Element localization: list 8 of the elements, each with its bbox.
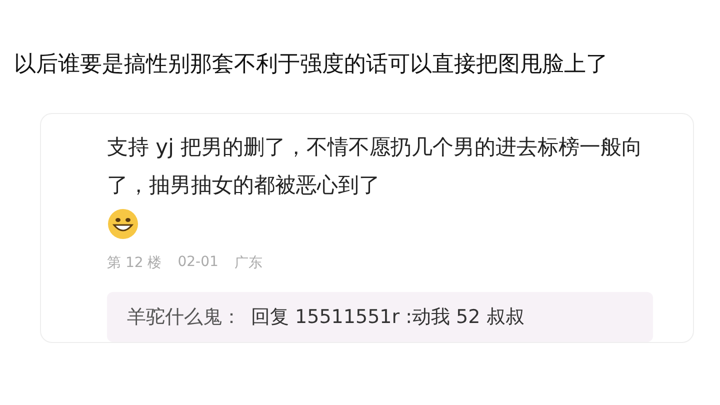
reply-author[interactable]: 羊驼什么鬼：	[127, 304, 241, 330]
post-text: 以后谁要是搞性别那套不利于强度的话可以直接把图甩脸上了	[14, 51, 609, 79]
comment-meta: 第 12 楼	[107, 254, 162, 272]
reply-text: 回复 15511551r :动我 52 叔叔	[251, 305, 524, 330]
comment-meta: 02-01	[178, 254, 218, 272]
grinning-emoji-icon	[107, 208, 139, 240]
comment-meta: 广东	[234, 254, 262, 272]
comment-text: 支持 yj 把男的删了，不情不愿扔几个男的进去标榜一般向了，抽男抽女的都被恶心到了	[107, 134, 644, 199]
